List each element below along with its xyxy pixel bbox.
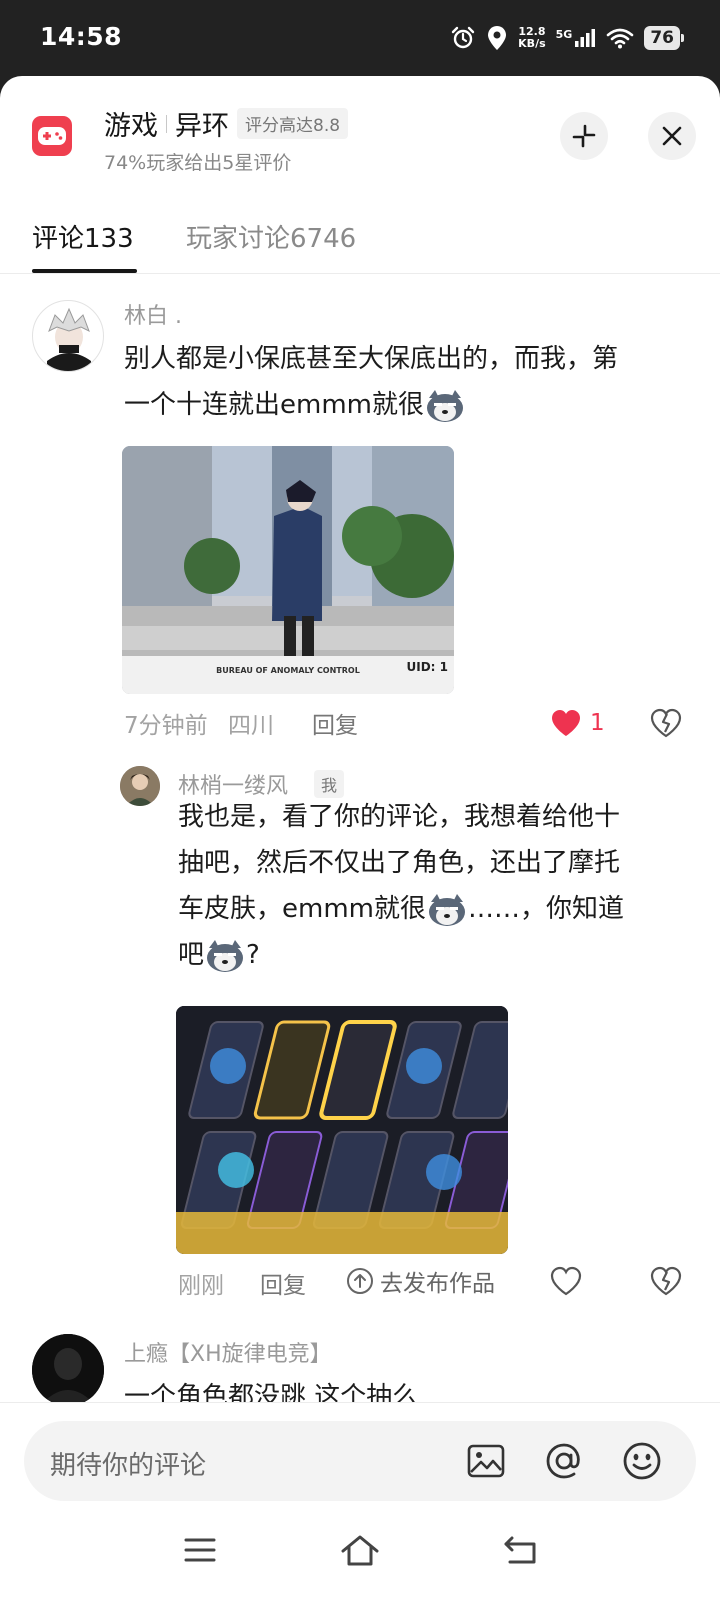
comment-username[interactable]: 上瘾【XH旋律电竞】 [124,1336,332,1368]
gamepad-icon [32,116,72,156]
heart-icon [550,1266,582,1296]
status-icons: 12.8 KB/s 5G 76 [450,22,684,54]
publish-work-button[interactable]: 去发布作品 [346,1264,495,1298]
signal-icon: 5G [556,28,597,48]
mention-button[interactable] [542,1439,586,1483]
recent-apps-button[interactable] [180,1530,220,1570]
comment-username[interactable]: 林白 . [124,298,182,330]
heart-filled-icon [552,710,580,736]
home-icon [341,1535,379,1566]
emoji-button[interactable] [620,1439,664,1483]
status-bar: 14:58 12.8 KB/s 5G 76 [0,0,720,76]
husky-emoji-icon [207,939,244,972]
comment-text: 别人都是小保底甚至大保底出的，而我，第 一个十连就出emmm就很 [124,336,694,428]
status-time: 14:58 [40,22,123,51]
husky-emoji-icon [426,389,463,422]
net-speed: 12.8 KB/s [518,25,546,50]
image-icon [467,1444,505,1478]
like-count: 1 [590,710,605,736]
smiley-icon [623,1442,661,1480]
broken-heart-icon [650,708,682,738]
game-category: 游戏 [104,111,158,142]
tab-bar: 评论133 玩家讨论6746 [0,208,720,274]
back-button[interactable] [500,1530,540,1570]
reply-avatar[interactable] [120,766,160,806]
dislike-button[interactable] [650,708,682,742]
image-picker-button[interactable] [464,1439,508,1483]
comment-location: 四川 [228,713,274,739]
comment-time: 7分钟前 [124,713,208,739]
home-button[interactable] [340,1530,380,1570]
battery-indicator: 76 [644,26,684,50]
reply-reply-button[interactable]: 回复 [260,1266,306,1300]
reply-time: 刚刚 [178,1273,224,1299]
comment-image[interactable]: BUREAU OF ANOMALY CONTROL UID: 1 [122,446,454,694]
system-nav-bar [0,1510,720,1600]
close-icon [662,126,682,146]
avatar[interactable] [32,300,104,372]
collapse-icon [572,124,596,148]
comments-sheet: 游戏 异环 评分高达8.8 74%玩家给出5星评价 评论133 玩家讨论6746 [0,76,720,1600]
game-title-row[interactable]: 游戏 异环 评分高达8.8 [104,104,349,143]
comment-input[interactable]: 期待你的评论 [24,1421,696,1501]
publish-label: 去发布作品 [380,1271,495,1297]
at-icon [546,1443,580,1479]
avatar[interactable] [32,1334,104,1406]
tab-comments[interactable]: 评论133 [32,218,134,255]
reply-dislike-button[interactable] [650,1266,682,1300]
like-button[interactable]: 1 [550,708,605,738]
tab-player-discussion[interactable]: 玩家讨论6746 [186,218,356,255]
image-caption: BUREAU OF ANOMALY CONTROL [216,666,360,675]
game-subtitle: 74%玩家给出5星评价 [104,152,292,174]
back-icon [504,1536,536,1564]
location-icon [488,26,507,50]
game-name: 异环 [175,111,229,142]
menu-icon [184,1538,216,1562]
broken-heart-icon [650,1266,682,1296]
image-uid: UID: 1 [406,660,449,674]
close-button[interactable] [648,112,696,160]
upload-icon [347,1268,373,1294]
comment-input-placeholder: 期待你的评论 [50,1451,207,1481]
alarm-icon [451,26,475,49]
rating-badge: 评分高达8.8 [237,108,349,139]
game-header: 游戏 异环 评分高达8.8 74%玩家给出5星评价 [0,76,720,196]
wifi-icon [607,28,634,49]
reply-button[interactable]: 回复 [312,706,358,740]
reply-image[interactable] [176,1006,508,1254]
reply-like-button[interactable] [550,1266,582,1300]
husky-emoji-icon [428,893,465,926]
title-divider [166,114,167,133]
reply-text: 我也是，看了你的评论，我想着给他十 抽吧，然后不仅出了角色，还出了摩托 车皮肤，… [178,794,698,978]
minimize-button[interactable] [560,112,608,160]
tab-indicator [32,269,137,273]
